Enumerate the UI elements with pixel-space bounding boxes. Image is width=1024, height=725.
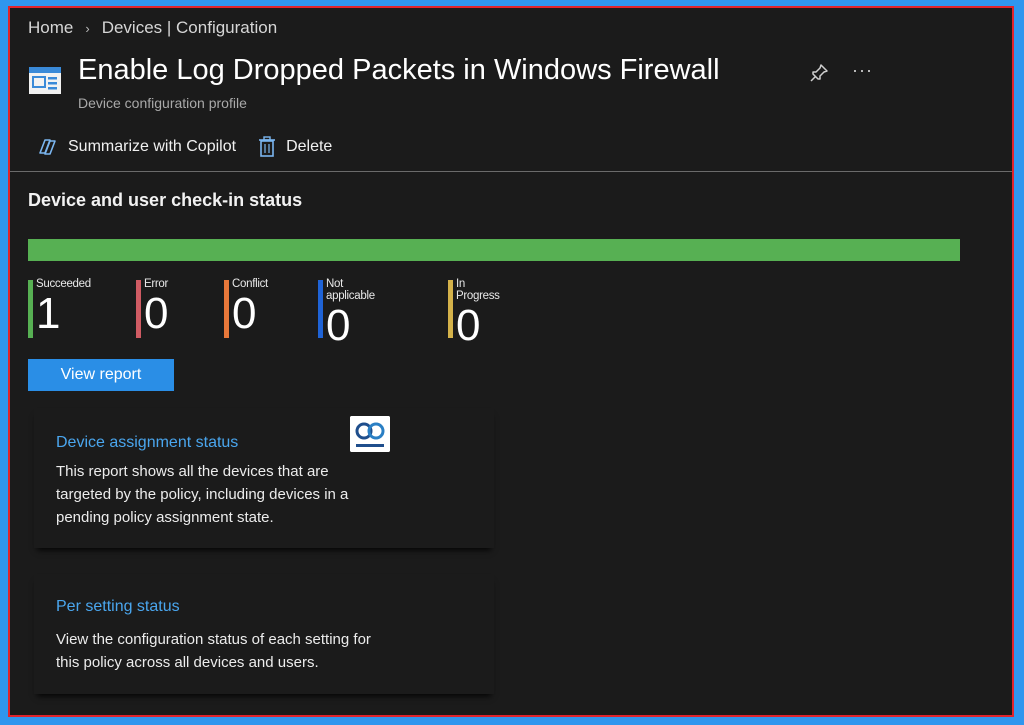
toolbar: Summarize with Copilot Delete [36, 136, 354, 158]
stat-error[interactable]: Error 0 [136, 278, 168, 338]
toolbar-divider [10, 171, 1012, 172]
checkin-progress-bar [28, 239, 960, 261]
chevron-right-icon: › [85, 20, 90, 36]
checkin-status-heading: Device and user check-in status [28, 190, 303, 210]
stat-in-progress[interactable]: In Progress 0 [448, 278, 500, 348]
pin-icon[interactable] [808, 62, 830, 84]
stat-not-applicable[interactable]: Not applicable 0 [318, 278, 375, 348]
summarize-copilot-button[interactable]: Summarize with Copilot [36, 137, 236, 157]
device-assignment-card: Device assignment status This report sho… [34, 408, 494, 548]
breadcrumb-home[interactable]: Home [28, 18, 73, 38]
stat-value: 0 [144, 289, 169, 338]
breadcrumb-current[interactable]: Devices | Configuration [102, 18, 277, 38]
view-report-button[interactable]: View report [28, 359, 174, 391]
delete-button[interactable]: Delete [258, 136, 332, 158]
profile-icon [29, 67, 61, 94]
stat-color-bar [28, 280, 33, 338]
stat-color-bar [224, 280, 229, 338]
stat-color-bar [448, 280, 453, 338]
delete-label: Delete [286, 138, 333, 155]
stat-value: 0 [456, 301, 481, 350]
trash-icon [259, 136, 276, 157]
community-logo-icon [350, 416, 390, 452]
stat-color-bar [136, 280, 141, 338]
stat-label: In Progress [456, 278, 500, 302]
stat-color-bar [318, 280, 323, 338]
progress-succeeded-fill [28, 239, 960, 261]
stat-succeeded[interactable]: Succeeded 1 [28, 278, 91, 338]
stat-value: 0 [326, 301, 351, 350]
stat-value: 1 [36, 289, 61, 338]
app-frame: Home › Devices | Configuration Enable Lo… [8, 6, 1014, 717]
per-setting-status-link[interactable]: Per setting status [56, 598, 180, 616]
more-options-icon[interactable]: ··· [852, 60, 873, 81]
device-assignment-description: This report shows all the devices that a… [56, 463, 349, 526]
stat-value: 0 [232, 289, 257, 338]
device-assignment-link[interactable]: Device assignment status [56, 434, 238, 452]
summarize-copilot-label: Summarize with Copilot [68, 138, 237, 155]
breadcrumb: Home › Devices | Configuration [28, 18, 277, 38]
stat-label: Not applicable [326, 278, 375, 302]
copilot-icon [39, 139, 56, 155]
stat-conflict[interactable]: Conflict 0 [224, 278, 268, 338]
page-subtitle: Device configuration profile [78, 95, 247, 111]
per-setting-description: View the configuration status of each se… [56, 631, 371, 671]
per-setting-card: Per setting status View the configuratio… [34, 574, 494, 694]
page-title: Enable Log Dropped Packets in Windows Fi… [78, 54, 720, 86]
